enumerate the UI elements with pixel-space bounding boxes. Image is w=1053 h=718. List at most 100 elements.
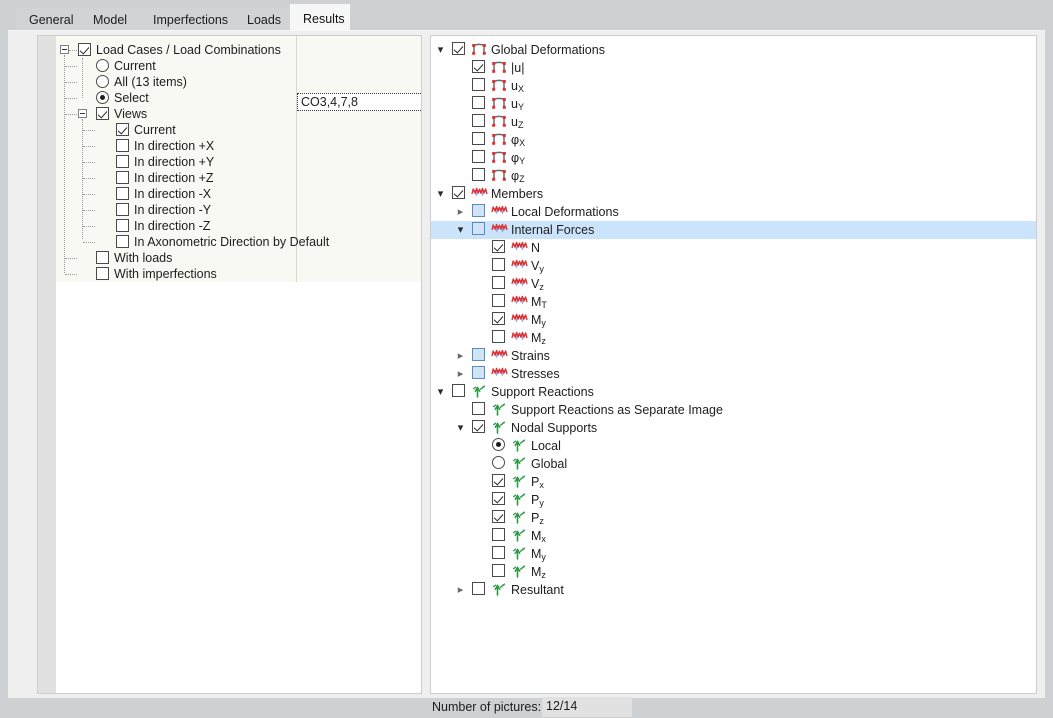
results-tree-strains-chevron-right-icon[interactable]: ▸ xyxy=(455,347,466,365)
results-tree-resultant-checkbox[interactable] xyxy=(472,582,485,595)
results-tree-p-z-row[interactable]: Pz xyxy=(431,509,1036,527)
results-tree-z-row[interactable]: φZ xyxy=(431,167,1036,185)
results-tree-p-x-checkbox[interactable] xyxy=(492,474,505,487)
results-tree-stresses-row[interactable]: ▸ Stresses xyxy=(431,365,1036,383)
results-tree-internal-forces-row[interactable]: ▾ Internal Forces xyxy=(431,221,1036,239)
results-tree-global-deformations-chevron-down-icon[interactable]: ▾ xyxy=(435,41,446,59)
results-tree-m-y-row[interactable]: My xyxy=(431,311,1036,329)
results-tree-v-y-checkbox[interactable] xyxy=(492,258,505,271)
left-tree-views-checkbox[interactable] xyxy=(96,107,109,120)
left-tree-in-direction-x-row[interactable]: In direction -X xyxy=(38,186,421,202)
left-tree-in-direction-y-row[interactable]: In direction +Y xyxy=(38,154,421,170)
results-tree-v-z-row[interactable]: Vz xyxy=(431,275,1036,293)
results-tree-resultant-chevron-right-icon[interactable]: ▸ xyxy=(455,581,466,599)
left-tree-in-axonometric-direction-by-default-checkbox[interactable] xyxy=(116,235,129,248)
left-tree-in-direction-x-row[interactable]: In direction +X xyxy=(38,138,421,154)
results-tree-m-t-checkbox[interactable] xyxy=(492,294,505,307)
results-tree-n-row[interactable]: N xyxy=(431,239,1036,257)
results-tree-m-x-row[interactable]: Mx xyxy=(431,527,1036,545)
left-tree-current-radio[interactable] xyxy=(96,59,109,72)
results-tree-panel[interactable]: ▾ Global Deformations |u| uX uY uZ φX φY φZ ▾ Memb… xyxy=(430,35,1037,694)
results-tree-local-deformations-checkbox[interactable] xyxy=(472,204,485,217)
results-tree-u-z-checkbox[interactable] xyxy=(472,114,485,127)
results-tree-support-reactions-row[interactable]: ▾ Support Reactions xyxy=(431,383,1036,401)
results-tree-nodal-supports-chevron-down-icon[interactable]: ▾ xyxy=(455,419,466,437)
results-tree-nodal-supports-checkbox[interactable] xyxy=(472,420,485,433)
results-tree-p-y-row[interactable]: Py xyxy=(431,491,1036,509)
results-tree-x-checkbox[interactable] xyxy=(472,132,485,145)
results-tree-internal-forces-checkbox[interactable] xyxy=(472,222,485,235)
left-tree-load-cases-load-combinations-checkbox[interactable] xyxy=(78,43,91,56)
results-tree-p-z-checkbox[interactable] xyxy=(492,510,505,523)
results-tree-p-x-row[interactable]: Px xyxy=(431,473,1036,491)
left-tree-with-imperfections-row[interactable]: With imperfections xyxy=(38,266,421,282)
results-tree-u-x-row[interactable]: uX xyxy=(431,77,1036,95)
left-tree-current-checkbox[interactable] xyxy=(116,123,129,136)
left-tree-in-direction-x-checkbox[interactable] xyxy=(116,139,129,152)
results-tree-stresses-checkbox[interactable] xyxy=(472,366,485,379)
results-tree-strains-checkbox[interactable] xyxy=(472,348,485,361)
left-tree-with-loads-row[interactable]: With loads xyxy=(38,250,421,266)
results-tree-m-z-row[interactable]: Mz xyxy=(431,563,1036,581)
left-tree-load-cases-load-combinations-row[interactable]: Load Cases / Load Combinations xyxy=(38,42,421,58)
results-tree-members-chevron-down-icon[interactable]: ▾ xyxy=(435,185,446,203)
left-tree-in-direction-y-row[interactable]: In direction -Y xyxy=(38,202,421,218)
results-tree-u-row[interactable]: |u| xyxy=(431,59,1036,77)
results-tree-support-reactions-checkbox[interactable] xyxy=(452,384,465,397)
results-tree-v-z-checkbox[interactable] xyxy=(492,276,505,289)
left-tree-in-direction-y-checkbox[interactable] xyxy=(116,203,129,216)
left-tree-current-row[interactable]: Current xyxy=(38,58,421,74)
results-tree-global-row[interactable]: Global xyxy=(431,455,1036,473)
left-tree-in-direction-y-checkbox[interactable] xyxy=(116,155,129,168)
results-tree-support-reactions-as-separate-image-checkbox[interactable] xyxy=(472,402,485,415)
results-tree-local-row[interactable]: Local xyxy=(431,437,1036,455)
results-tree-n-checkbox[interactable] xyxy=(492,240,505,253)
results-tree-m-z-checkbox[interactable] xyxy=(492,330,505,343)
left-tree-in-direction-z-checkbox[interactable] xyxy=(116,171,129,184)
left-tree-load-cases-load-combinations-expander[interactable] xyxy=(60,45,69,54)
left-tree-in-direction-z-row[interactable]: In direction +Z xyxy=(38,170,421,186)
results-tree-strains-row[interactable]: ▸ Strains xyxy=(431,347,1036,365)
results-tree-stresses-chevron-right-icon[interactable]: ▸ xyxy=(455,365,466,383)
left-tree-in-direction-z-row[interactable]: In direction -Z xyxy=(38,218,421,234)
results-tree-support-reactions-as-separate-image-row[interactable]: Support Reactions as Separate Image xyxy=(431,401,1036,419)
results-tree-m-x-checkbox[interactable] xyxy=(492,528,505,541)
results-tree-m-z-checkbox[interactable] xyxy=(492,564,505,577)
results-tree-u-x-checkbox[interactable] xyxy=(472,78,485,91)
results-tree-m-t-row[interactable]: MT xyxy=(431,293,1036,311)
results-tree-m-y-checkbox[interactable] xyxy=(492,312,505,325)
left-tree-with-loads-checkbox[interactable] xyxy=(96,251,109,264)
results-tree-u-y-checkbox[interactable] xyxy=(472,96,485,109)
results-tree-local-deformations-row[interactable]: ▸ Local Deformations xyxy=(431,203,1036,221)
left-tree-current-row[interactable]: Current xyxy=(38,122,421,138)
load-cases-tree-panel[interactable]: Load Cases / Load Combinations Current All… xyxy=(37,35,422,694)
results-tree-y-row[interactable]: φY xyxy=(431,149,1036,167)
results-tree-resultant-row[interactable]: ▸ Resultant xyxy=(431,581,1036,599)
left-tree-select-radio[interactable] xyxy=(96,91,109,104)
left-tree-in-direction-z-checkbox[interactable] xyxy=(116,219,129,232)
results-tree-u-checkbox[interactable] xyxy=(472,60,485,73)
results-tree-support-reactions-chevron-down-icon[interactable]: ▾ xyxy=(435,383,446,401)
results-tree-v-y-row[interactable]: Vy xyxy=(431,257,1036,275)
results-tree-local-deformations-chevron-right-icon[interactable]: ▸ xyxy=(455,203,466,221)
left-tree-in-direction-x-checkbox[interactable] xyxy=(116,187,129,200)
results-tree-x-row[interactable]: φX xyxy=(431,131,1036,149)
results-tree-y-checkbox[interactable] xyxy=(472,150,485,163)
left-tree-views-expander[interactable] xyxy=(78,109,87,118)
results-tree-global-deformations-row[interactable]: ▾ Global Deformations xyxy=(431,41,1036,59)
results-tree-u-z-row[interactable]: uZ xyxy=(431,113,1036,131)
left-tree-all-13-items-row[interactable]: All (13 items) xyxy=(38,74,421,90)
results-tree-local-radio[interactable] xyxy=(492,438,505,451)
results-tree-global-deformations-checkbox[interactable] xyxy=(452,42,465,55)
left-tree-with-imperfections-checkbox[interactable] xyxy=(96,267,109,280)
results-tree-m-y-row[interactable]: My xyxy=(431,545,1036,563)
results-tree-m-z-row[interactable]: Mz xyxy=(431,329,1036,347)
results-tree-m-y-checkbox[interactable] xyxy=(492,546,505,559)
left-tree-all-13-items-radio[interactable] xyxy=(96,75,109,88)
results-tree-u-y-row[interactable]: uY xyxy=(431,95,1036,113)
results-tree-members-checkbox[interactable] xyxy=(452,186,465,199)
results-tree-internal-forces-chevron-down-icon[interactable]: ▾ xyxy=(455,221,466,239)
load-case-select-input[interactable]: CO3,4,7,8 xyxy=(297,93,421,111)
left-tree-in-axonometric-direction-by-default-row[interactable]: In Axonometric Direction by Default xyxy=(38,234,421,250)
results-tree-z-checkbox[interactable] xyxy=(472,168,485,181)
